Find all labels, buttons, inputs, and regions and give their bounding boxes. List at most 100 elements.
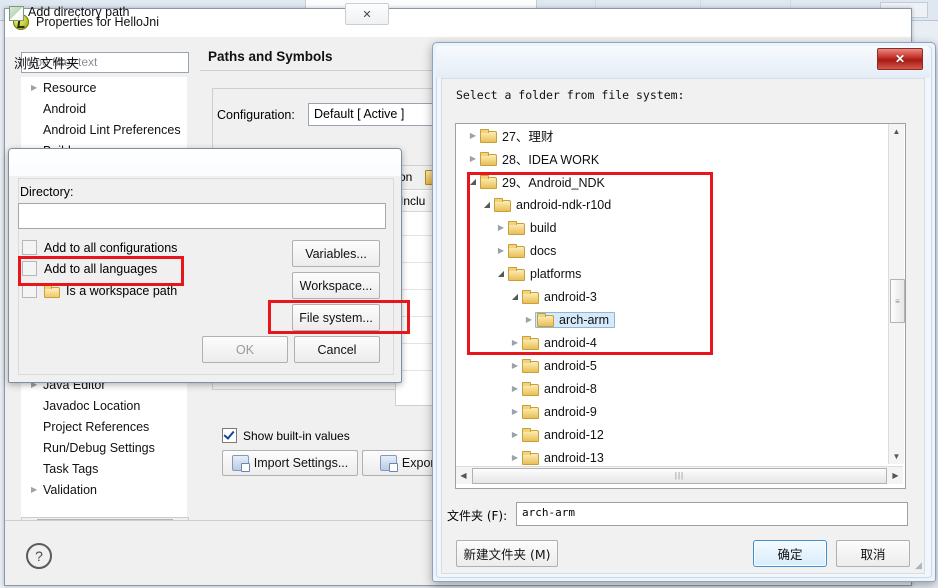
annotation-box-file-system xyxy=(268,300,410,334)
cancel-button[interactable]: 取消 xyxy=(836,540,910,567)
sidebar-item-android-lint-preferences[interactable]: ▶ Android Lint Preferences xyxy=(21,119,187,140)
sidebar-item-label: Resource xyxy=(43,80,97,95)
tree-item-android-9[interactable]: ▶ android-9 xyxy=(456,400,905,423)
variables-label: Variables... xyxy=(305,246,367,261)
sidebar-item-javadoc-location[interactable]: ▶ Javadoc Location xyxy=(21,395,187,416)
sidebar-item-label: Android xyxy=(43,101,87,116)
chevron-right-icon[interactable]: ▶ xyxy=(31,485,43,494)
sidebar-item-task-tags[interactable]: ▶ Task Tags xyxy=(21,458,187,479)
chevron-right-icon[interactable]: ▶ xyxy=(31,83,43,92)
sidebar-item-validation[interactable]: ▶ Validation xyxy=(21,479,187,500)
directory-label: Directory: xyxy=(20,185,74,199)
browse-folder-title: 浏览文件夹 xyxy=(14,56,80,71)
add-directory-title: Add directory path xyxy=(28,5,130,19)
sidebar-item-android[interactable]: ▶ Android xyxy=(21,98,187,119)
export-icon xyxy=(379,455,398,472)
help-icon[interactable]: ? xyxy=(26,543,52,569)
checkbox-icon[interactable] xyxy=(22,240,37,255)
folder-icon xyxy=(522,359,539,373)
workspace-label: Workspace... xyxy=(299,278,373,293)
sidebar-item-run-debug-settings[interactable]: ▶ Run/Debug Settings xyxy=(21,437,187,458)
properties-titlebar: Properties for HelloJni xyxy=(5,9,911,37)
tree-item-android-12[interactable]: ▶ android-12 xyxy=(456,423,905,446)
variables-button[interactable]: Variables... xyxy=(292,240,380,267)
checkbox-icon[interactable] xyxy=(222,428,237,443)
folder-icon xyxy=(480,152,497,166)
folder-name-input[interactable]: arch-arm xyxy=(516,502,908,526)
sidebar-item-project-references[interactable]: ▶ Project References xyxy=(21,416,187,437)
folder-tree-horizontal-scrollbar[interactable]: ◀ ||| ▶ xyxy=(456,466,903,484)
scrollbar-thumb[interactable]: ||| xyxy=(472,467,887,484)
scroll-left-icon[interactable]: ◀ xyxy=(456,468,471,483)
ok-button[interactable]: OK xyxy=(202,336,288,363)
tree-item-label: android-13 xyxy=(544,450,604,465)
chevron-right-icon[interactable]: ▶ xyxy=(508,361,522,370)
tree-item-label: android-5 xyxy=(544,358,597,373)
folder-icon xyxy=(480,129,497,143)
scrollbar-thumb[interactable]: ≡ xyxy=(890,279,905,323)
folder-icon xyxy=(44,284,60,298)
folder-icon xyxy=(522,428,539,442)
tree-item-android-8[interactable]: ▶ android-8 xyxy=(456,377,905,400)
cancel-label: 取消 xyxy=(860,547,886,562)
sidebar-item-resource[interactable]: ▶ Resource xyxy=(21,77,187,98)
close-glyph: ✕ xyxy=(894,52,906,66)
spacer-icon: ▶ xyxy=(31,423,43,431)
folder-name-value: arch-arm xyxy=(522,506,575,519)
tree-item-28[interactable]: ▶ 28、IDEA WORK xyxy=(456,147,905,170)
scroll-up-icon[interactable]: ▲ xyxy=(889,124,904,139)
folder-tree-vertical-scrollbar[interactable]: ▲ ≡ ▼ xyxy=(888,124,905,464)
chevron-right-icon[interactable]: ▶ xyxy=(466,131,480,140)
chevron-right-icon[interactable]: ▶ xyxy=(508,430,522,439)
new-folder-button[interactable]: 新建文件夹 (M) xyxy=(456,540,558,567)
confirm-button[interactable]: 确定 xyxy=(753,540,827,567)
cancel-label: Cancel xyxy=(317,342,357,357)
folder-icon xyxy=(522,382,539,396)
folder-icon xyxy=(522,405,539,419)
directory-input[interactable] xyxy=(18,203,386,229)
browse-prompt: Select a folder from file system: xyxy=(456,88,685,102)
add-directory-titlebar xyxy=(9,149,401,176)
configuration-value: Default [ Active ] xyxy=(314,107,405,121)
annotation-box-add-to-all-languages xyxy=(18,256,184,286)
scroll-right-icon[interactable]: ▶ xyxy=(888,468,903,483)
new-folder-label: 新建文件夹 (M) xyxy=(463,547,551,562)
tree-item-label: android-9 xyxy=(544,404,597,419)
configuration-label: Configuration: xyxy=(217,108,295,122)
folder-icon xyxy=(522,451,539,465)
folder-field-label: 文件夹 (F): xyxy=(447,509,508,523)
close-icon[interactable]: ✕ xyxy=(345,3,389,25)
sidebar-item-label: Android Lint Preferences xyxy=(43,122,181,137)
import-settings-label: Import Settings... xyxy=(253,456,349,470)
chevron-right-icon[interactable]: ▶ xyxy=(466,154,480,163)
ok-label: OK xyxy=(235,342,255,357)
sidebar-item-label: Project References xyxy=(43,419,150,434)
tree-item-android-5[interactable]: ▶ android-5 xyxy=(456,354,905,377)
checkbox-label: Add to all configurations xyxy=(44,240,178,255)
chevron-right-icon[interactable]: ▶ xyxy=(508,384,522,393)
chevron-right-icon[interactable]: ▶ xyxy=(508,453,522,462)
sidebar-item-label: Task Tags xyxy=(43,461,99,476)
sidebar-item-label: Validation xyxy=(43,482,97,497)
close-icon[interactable]: ✕ xyxy=(877,48,923,70)
import-icon xyxy=(231,455,250,472)
scroll-down-icon[interactable]: ▼ xyxy=(889,449,904,464)
spacer-icon: ▶ xyxy=(31,402,43,410)
spacer-icon: ▶ xyxy=(31,444,43,452)
annotation-box-android-ndk-subtree xyxy=(467,172,713,355)
tree-item-label: android-12 xyxy=(544,427,604,442)
add-to-all-configurations-checkbox[interactable]: Add to all configurations xyxy=(22,240,177,255)
spacer-icon: ▶ xyxy=(31,465,43,473)
resize-grip-icon[interactable]: ◢ xyxy=(915,560,927,572)
workspace-button[interactable]: Workspace... xyxy=(292,272,380,299)
configuration-select[interactable]: Default [ Active ] xyxy=(308,103,442,126)
import-settings-button[interactable]: Import Settings... xyxy=(222,450,358,476)
tree-item-27[interactable]: ▶ 27、理财 xyxy=(456,124,905,147)
cancel-button[interactable]: Cancel xyxy=(294,336,380,363)
show-builtin-values-checkbox[interactable]: Show built-in values xyxy=(222,428,350,443)
chevron-right-icon[interactable]: ▶ xyxy=(508,407,522,416)
close-glyph: ✕ xyxy=(362,8,372,21)
page-title: Paths and Symbols xyxy=(208,49,333,64)
browse-folder-titlebar xyxy=(436,46,930,78)
spacer-icon: ▶ xyxy=(31,126,43,134)
